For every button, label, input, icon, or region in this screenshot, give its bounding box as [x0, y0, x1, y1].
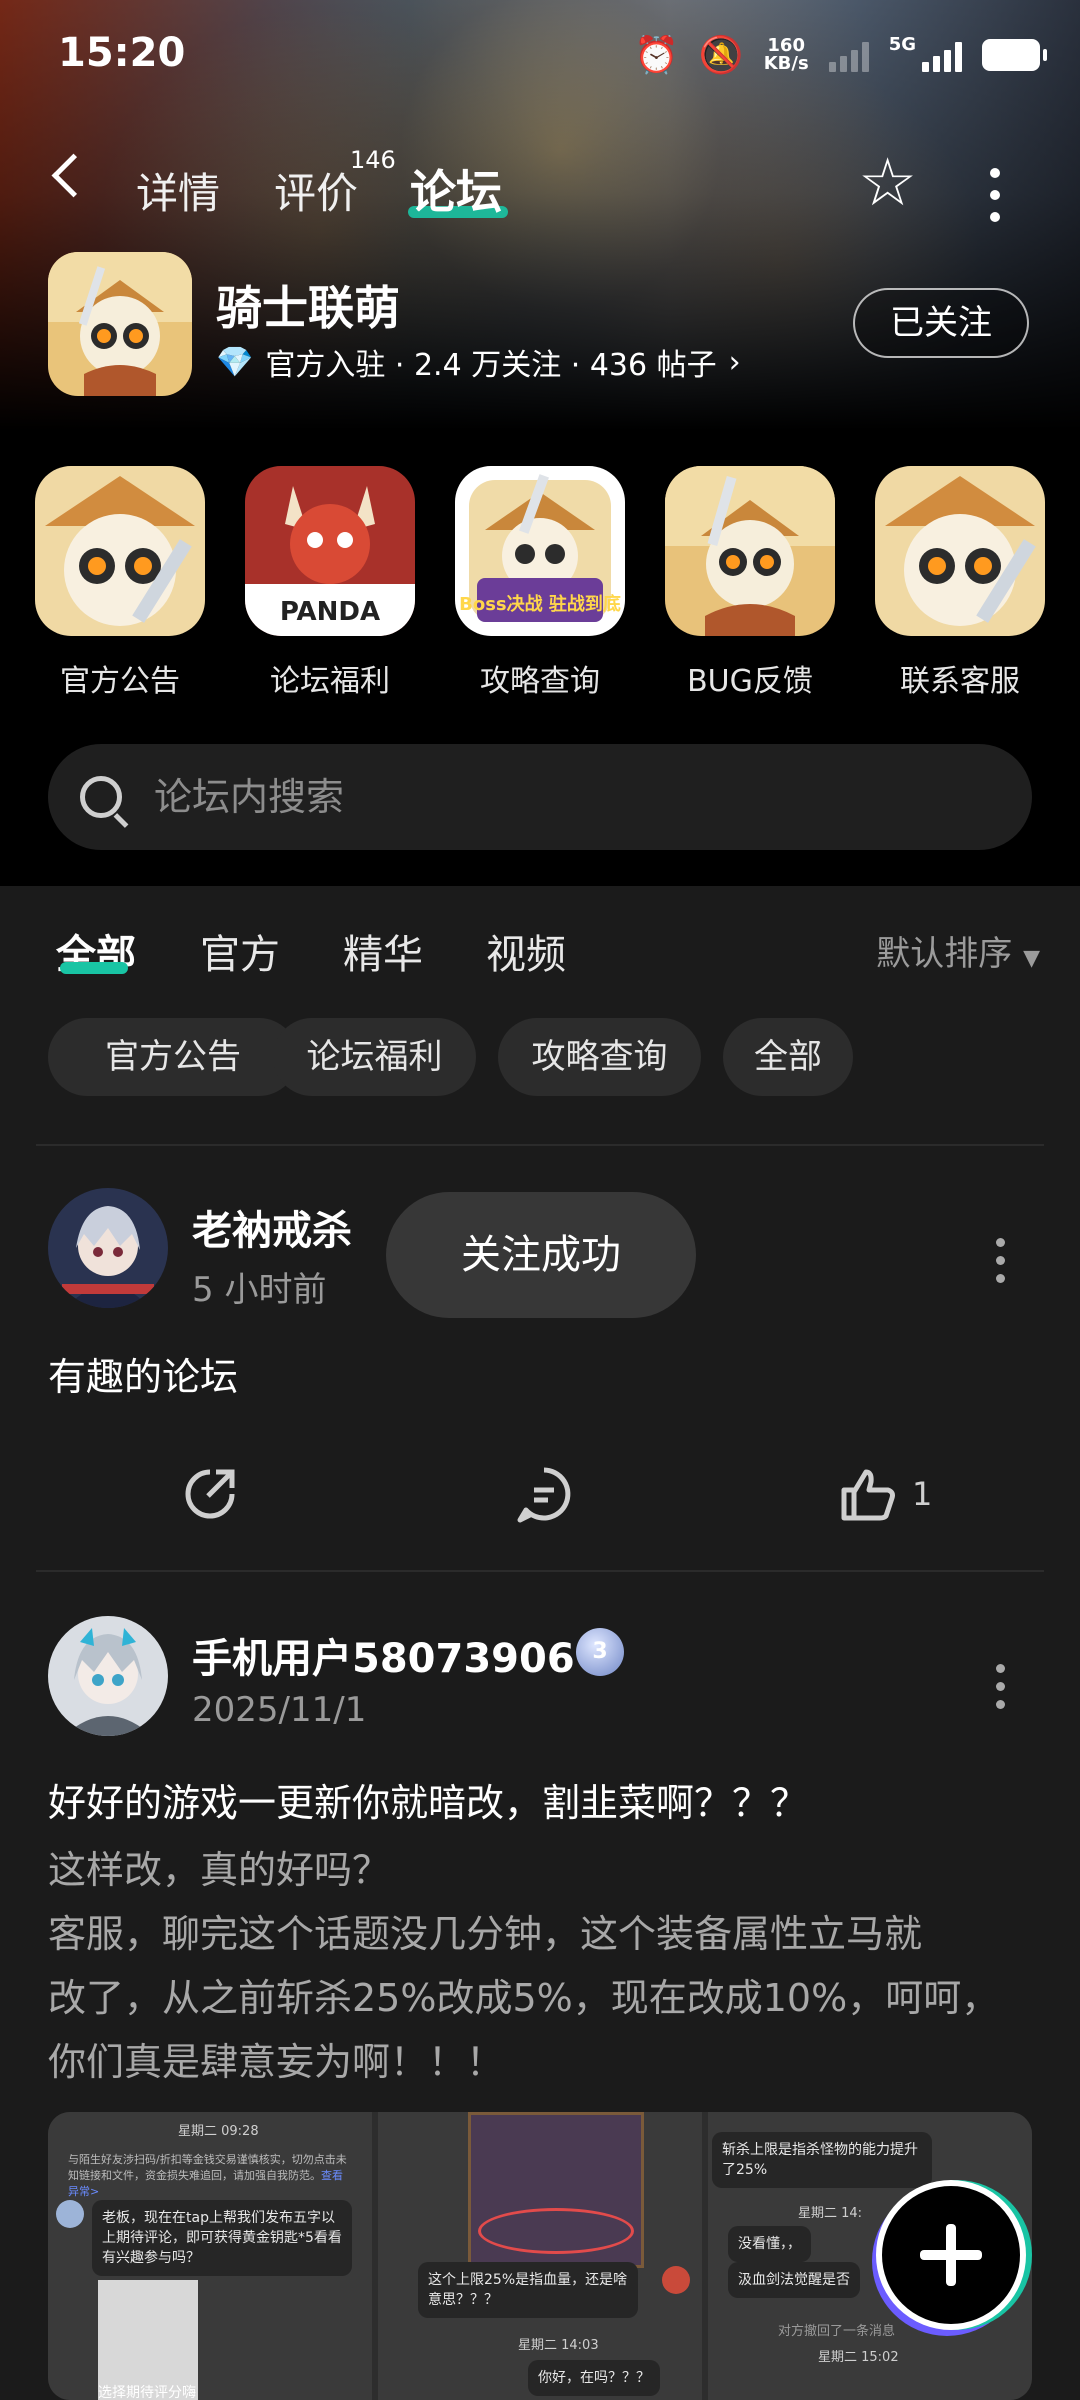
- followed-button[interactable]: 已关注: [853, 288, 1029, 358]
- comment-icon: [517, 1467, 571, 1523]
- battery-icon: [982, 39, 1047, 71]
- more-options-icon[interactable]: [990, 168, 1000, 234]
- app-icon[interactable]: [48, 252, 192, 396]
- shortcut-benefits-label: 论坛福利: [270, 664, 390, 699]
- post-image-1[interactable]: 星期二 09:28 与陌生好友涉扫码/折扣等金钱交易谨慎核实，切勿点击未知链接和…: [48, 2112, 372, 2400]
- chip-benefits[interactable]: 论坛福利: [273, 1018, 476, 1096]
- shortcut-guides[interactable]: Boss决战 驻战到底 攻略查询: [455, 466, 625, 700]
- app-meta[interactable]: 💎 官方入驻 · 2.4 万关注 · 436 帖子 ›: [216, 340, 741, 384]
- favorite-star-icon[interactable]: ☆: [858, 150, 917, 216]
- share-button[interactable]: [180, 1462, 240, 1526]
- sim1-signal-icon: [828, 38, 869, 72]
- boss-text: Boss决战 驻战到底: [459, 593, 621, 615]
- post-title[interactable]: 有趣的论坛: [48, 1346, 238, 1401]
- app-meta-text: 官方入驻 · 2.4 万关注 · 436 帖子: [265, 348, 717, 383]
- avatar[interactable]: [48, 1616, 168, 1736]
- comment-button[interactable]: [514, 1462, 574, 1526]
- like-count: 1: [912, 1475, 933, 1513]
- post-image-2[interactable]: 这个上限25%是指血量，还是啥意思？？？ 星期二 14:03 你好，在吗？？？: [378, 2112, 702, 2400]
- search-icon: [80, 776, 122, 818]
- tab-video[interactable]: 视频: [486, 922, 566, 980]
- shortcut-benefits[interactable]: PANDA 论坛福利: [245, 466, 415, 700]
- tab-details[interactable]: 详情: [136, 160, 220, 221]
- shortcut-announcement[interactable]: 官方公告: [35, 466, 205, 700]
- post-body[interactable]: 这样改，真的好吗？ 客服，聊完这个话题没几分钟，这个装备属性立马就 改了，从之前…: [48, 1838, 1038, 2094]
- tab-official[interactable]: 官方: [200, 922, 280, 980]
- network-speed: 160 KB/s: [763, 35, 809, 74]
- post-time: 2025/11/1: [192, 1690, 367, 1730]
- triangle-down-icon: ▼: [1023, 946, 1040, 971]
- forum-search-bar[interactable]: [48, 744, 1032, 850]
- chip-announcement[interactable]: 官方公告: [48, 1018, 298, 1096]
- shortcut-guides-icon: Boss决战 驻战到底: [455, 466, 625, 636]
- sort-dropdown[interactable]: 默认排序 ▼: [876, 926, 1040, 975]
- chip-all[interactable]: 全部: [723, 1018, 853, 1096]
- divider: [36, 1144, 1044, 1146]
- sim2-signal-icon: [922, 38, 962, 72]
- user-level-badge: 3: [576, 1628, 624, 1676]
- forum-search-input[interactable]: [152, 774, 956, 820]
- app-name: 骑士联萌: [216, 281, 400, 335]
- status-time: 15:20: [58, 30, 186, 76]
- tab-forum[interactable]: 论坛: [410, 156, 502, 222]
- shortcut-announcement-icon: [35, 466, 205, 636]
- divider: [36, 1570, 1044, 1572]
- status-icons: ⏰ 🔕 160 KB/s 5G: [634, 34, 1047, 76]
- create-post-button[interactable]: [876, 2180, 1026, 2330]
- avatar: [662, 2266, 690, 2294]
- 5g-label: 5G: [888, 34, 916, 55]
- like-button[interactable]: 1: [838, 1462, 932, 1526]
- shortcut-benefits-icon: PANDA: [245, 466, 415, 636]
- follow-success-toast: 关注成功: [386, 1192, 696, 1318]
- shortcut-bug-report-label: BUG反馈: [687, 664, 813, 699]
- post-more-icon[interactable]: [996, 1238, 1006, 1292]
- mute-bell-icon: 🔕: [698, 35, 744, 76]
- shortcut-bug-report[interactable]: BUG反馈: [665, 466, 835, 700]
- shortcut-announcement-label: 官方公告: [60, 664, 180, 699]
- post-author[interactable]: 老衲戒杀: [192, 1198, 352, 1256]
- post-author[interactable]: 手机用户58073906: [192, 1626, 575, 1684]
- tab-reviews[interactable]: 评价: [274, 160, 358, 221]
- avatar: [56, 2200, 84, 2228]
- thumbs-up-icon: [841, 1469, 895, 1521]
- chevron-right-icon: ›: [728, 344, 741, 380]
- verified-diamond-icon: 💎: [216, 344, 254, 380]
- share-icon: [185, 1469, 235, 1519]
- chip-guides[interactable]: 攻略查询: [498, 1018, 701, 1096]
- shortcut-customer-service[interactable]: 联系客服: [875, 466, 1045, 700]
- shortcut-guides-label: 攻略查询: [480, 664, 600, 699]
- shortcut-customer-service-icon: [875, 466, 1045, 636]
- avatar[interactable]: [48, 1188, 168, 1308]
- sort-label: 默认排序: [876, 934, 1013, 974]
- post-more-icon[interactable]: [996, 1664, 1006, 1718]
- post-title[interactable]: 好好的游戏一更新你就暗改，割韭菜啊？？？: [48, 1772, 808, 1827]
- tab-featured[interactable]: 精华: [343, 922, 423, 980]
- shortcut-customer-service-label: 联系客服: [900, 664, 1020, 699]
- highlight-circle: [478, 2208, 634, 2254]
- review-count-badge: 146: [350, 146, 396, 174]
- shortcut-bug-report-icon: [665, 466, 835, 636]
- panda-text: PANDA: [280, 597, 380, 627]
- alarm-icon: ⏰: [634, 35, 679, 76]
- filter-tab-indicator: [60, 962, 128, 974]
- post-time: 5 小时前: [192, 1270, 327, 1310]
